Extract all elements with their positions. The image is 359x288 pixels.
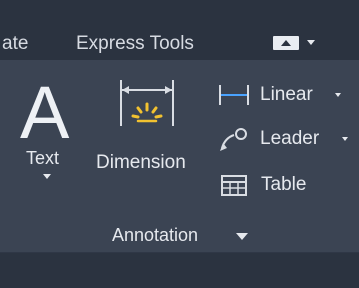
tab-annotate-partial[interactable]: ate [2, 33, 28, 55]
linear-dropdown-icon[interactable] [335, 93, 341, 97]
leader-icon [220, 128, 247, 151]
text-dropdown-icon[interactable] [43, 174, 51, 179]
text-icon: A [20, 71, 70, 154]
ribbon-footer [0, 253, 359, 288]
dimension-button-label: Dimension [96, 152, 186, 173]
linear-label: Linear [260, 84, 313, 105]
dimension-icon [120, 80, 174, 126]
dimension-button[interactable]: Dimension [94, 76, 210, 176]
leader-button[interactable]: Leader [217, 124, 359, 154]
table-button[interactable]: Table [217, 170, 359, 200]
tab-express-tools[interactable]: Express Tools [76, 33, 194, 55]
leader-dropdown-icon[interactable] [342, 137, 348, 141]
minimize-ribbon-button[interactable] [273, 36, 299, 50]
linear-button[interactable]: Linear [217, 80, 359, 110]
ribbon-options-dropdown-icon[interactable] [307, 40, 315, 45]
ribbon-tab-bar: ate Express Tools [0, 0, 359, 60]
text-button[interactable]: A Text [14, 76, 78, 202]
linear-dimension-icon [219, 85, 249, 105]
annotation-panel-title[interactable]: Annotation [112, 225, 198, 246]
table-icon [221, 175, 247, 196]
text-button-label: Text [26, 148, 60, 168]
table-label: Table [261, 174, 307, 195]
annotation-panel-expand-icon[interactable] [236, 233, 248, 240]
leader-label: Leader [260, 128, 320, 149]
